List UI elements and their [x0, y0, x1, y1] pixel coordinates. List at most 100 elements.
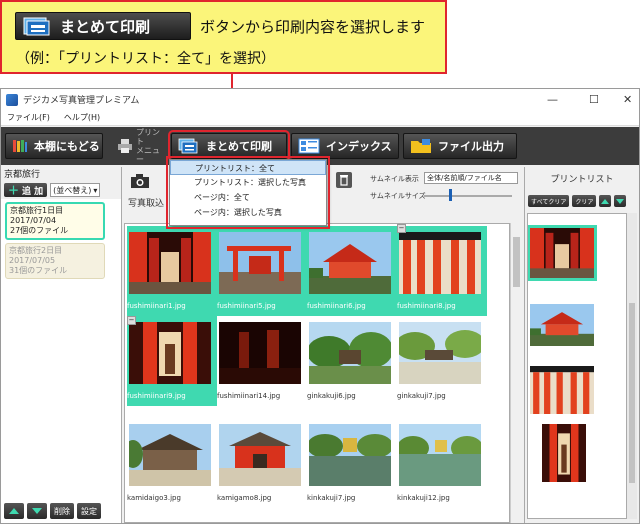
thumb-size-label: サムネイルサイズ: [370, 192, 426, 200]
photo-thumbnail[interactable]: ginkakuji6.jpg: [307, 316, 397, 406]
delete-album-button[interactable]: 削除: [50, 503, 74, 519]
print-list-scroll-thumb[interactable]: [629, 303, 635, 483]
photo-thumbnail[interactable]: fushimiinari14.jpg: [217, 316, 307, 406]
batch-print-dropdown: プリントリスト：全て プリントリスト：選択した写真 ページ内：全て ページ内：選…: [166, 156, 330, 229]
minus-icon[interactable]: −: [397, 224, 406, 233]
print-menu-button[interactable]: プリント メニュー: [111, 128, 167, 164]
menu-file[interactable]: ファイル(F): [7, 112, 50, 123]
move-up-button[interactable]: [4, 503, 24, 519]
callout-text: ボタンから印刷内容を選択します: [200, 18, 426, 36]
album-title: 京都旅行: [1, 167, 121, 181]
dropdown-item-page-all[interactable]: ページ内：全て: [170, 190, 326, 205]
list-up-button[interactable]: [599, 195, 612, 207]
thumb-display-value: 全体/名前順/ファイル名: [427, 174, 502, 182]
photo-thumbnail[interactable]: kinkakuji7.jpg: [307, 418, 397, 508]
album-date: 2017/07/04: [10, 216, 57, 225]
printer-icon: [117, 138, 133, 154]
photo-thumbnail[interactable]: fushimiinari6.jpg: [307, 226, 397, 316]
grid-scroll-thumb[interactable]: [513, 237, 520, 287]
index-button[interactable]: インデックス: [291, 133, 399, 159]
photo-filename: fushimiinari8.jpg: [397, 302, 456, 310]
minus-icon[interactable]: −: [127, 316, 136, 325]
file-output-label: ファイル出力: [438, 140, 504, 153]
index-icon: [298, 138, 320, 154]
maximize-button[interactable]: ☐: [589, 93, 599, 106]
dropdown-item-printlist-selected[interactable]: プリントリスト：選択した写真: [170, 175, 326, 190]
menu-bar: ファイル(F) ヘルプ(H): [1, 110, 639, 126]
minimize-button[interactable]: —: [547, 93, 558, 106]
callout-batch-print-button: まとめて印刷: [15, 12, 191, 40]
album-bottom-bar: 削除 設定: [4, 503, 101, 519]
thumb-display-label: サムネイル表示: [370, 175, 419, 183]
batch-print-button[interactable]: まとめて印刷: [168, 130, 290, 162]
batch-print-label: まとめて印刷: [206, 140, 272, 153]
folder-icon: [410, 138, 432, 154]
arrow-up-icon: [9, 508, 19, 514]
photo-thumbnail[interactable]: fushimiinari1.jpg: [127, 226, 217, 316]
back-to-shelf-button[interactable]: 本棚にもどる: [5, 133, 103, 159]
dropdown-item-page-selected[interactable]: ページ内：選択した写真: [170, 205, 326, 220]
file-output-button[interactable]: ファイル出力: [403, 133, 517, 159]
photo-filename: fushimiinari5.jpg: [217, 302, 276, 310]
photo-filename: ginkakuji7.jpg: [397, 392, 446, 400]
photo-thumbnail[interactable]: kinkakuji12.jpg: [397, 418, 487, 508]
photo-thumbnail[interactable]: fushimiinari5.jpg: [217, 226, 307, 316]
print-list-item[interactable]: [530, 366, 594, 414]
photo-thumbnail[interactable]: fushimiinari8.jpg −: [397, 224, 487, 316]
photo-filename: ginkakuji6.jpg: [307, 392, 356, 400]
photo-filename: kamidaigo3.jpg: [127, 494, 181, 502]
grid-scrollbar[interactable]: [510, 223, 522, 523]
photo-filename: fushimiinari1.jpg: [127, 302, 186, 310]
sort-select[interactable]: (並べ替え) ▾: [50, 183, 101, 197]
settings-button[interactable]: 設定: [77, 503, 101, 519]
close-button[interactable]: ✕: [623, 93, 632, 106]
print-list-item[interactable]: [528, 225, 597, 281]
bookshelf-icon: [12, 138, 28, 154]
move-down-button[interactable]: [27, 503, 47, 519]
add-label: 追 加: [22, 186, 44, 197]
thumb-display-select[interactable]: 全体/名前順/ファイル名: [424, 172, 518, 184]
plus-icon: ＋: [8, 184, 19, 197]
photo-import-button[interactable]: [130, 173, 170, 191]
photo-thumbnail[interactable]: kamidaigo3.jpg: [127, 418, 217, 508]
back-label: 本棚にもどる: [34, 140, 100, 153]
trash-icon: [336, 175, 352, 191]
trash-button[interactable]: [336, 172, 352, 188]
photo-filename: kinkakuji7.jpg: [307, 494, 356, 502]
photo-image: [309, 424, 391, 486]
print-list-item[interactable]: [530, 304, 594, 346]
print-list-scrollbar[interactable]: [627, 213, 637, 519]
callout-example: （例：「プリントリスト：全て」を選択）: [16, 51, 275, 67]
album-name: 京都旅行1日目: [10, 206, 64, 215]
album-item[interactable]: 京都旅行1日目 2017/07/04 27個のファイル: [5, 202, 105, 240]
instruction-callout: まとめて印刷 ボタンから印刷内容を選択します （例：「プリントリスト：全て」を選…: [0, 0, 447, 74]
photo-image: [309, 322, 391, 384]
photo-image: [219, 424, 301, 486]
album-item[interactable]: 京都旅行2日目 2017/07/05 31個のファイル: [5, 243, 105, 279]
menu-help[interactable]: ヘルプ(H): [64, 112, 100, 123]
photo-thumbnail[interactable]: ginkakuji7.jpg: [397, 316, 487, 406]
clear-button[interactable]: クリア: [572, 195, 597, 207]
print-list-item[interactable]: [542, 424, 586, 482]
photo-image: [309, 232, 391, 294]
print-menu-label: プリント メニュー: [136, 128, 160, 164]
list-down-button[interactable]: [614, 195, 627, 207]
photo-thumbnail[interactable]: fushimiinari9.jpg −: [127, 316, 217, 406]
clear-all-button[interactable]: すべてクリア: [528, 195, 570, 207]
dropdown-item-printlist-all[interactable]: プリントリスト：全て: [170, 160, 326, 175]
photo-image: [399, 322, 481, 384]
print-list: [527, 213, 627, 519]
album-name: 京都旅行2日目: [9, 246, 63, 255]
photo-image: [399, 424, 481, 486]
photo-filename: fushimiinari9.jpg: [127, 392, 186, 400]
photo-grid: fushimiinari1.jpg fushimiinari5.jpg fushim…: [124, 223, 510, 523]
print-list-title: プリントリスト: [550, 175, 614, 185]
camera-icon: [130, 174, 150, 192]
arrow-down-icon: [616, 198, 625, 204]
photo-image: [129, 322, 211, 384]
photo-image: [129, 232, 211, 294]
thumb-size-slider[interactable]: [449, 189, 452, 201]
add-album-button[interactable]: ＋ 追 加: [4, 183, 48, 197]
photo-thumbnail[interactable]: kamigamo8.jpg: [217, 418, 307, 508]
photo-filename: fushimiinari6.jpg: [307, 302, 366, 310]
